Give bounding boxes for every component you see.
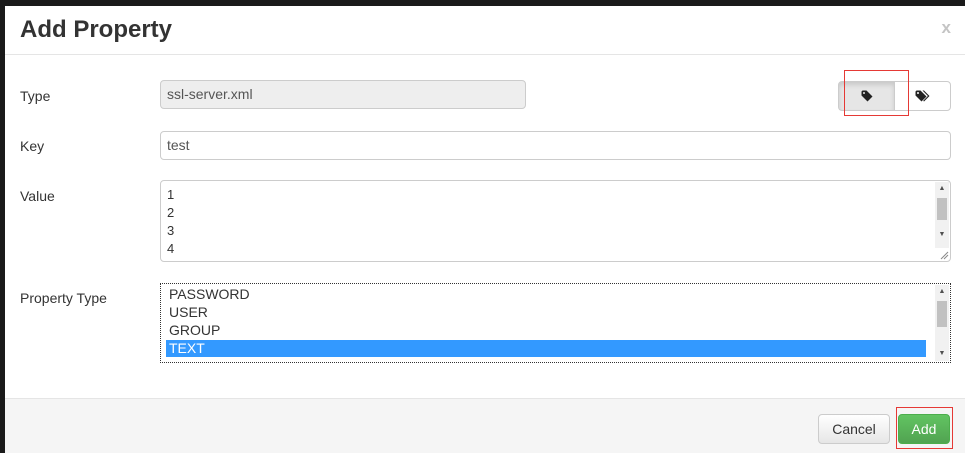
value-textarea[interactable]: 1 2 3 4 ▲ ▼ [160, 180, 951, 262]
page: Add Property x Type ssl-server.xml Key t… [0, 0, 965, 453]
property-type-label: Property Type [20, 290, 107, 306]
tag-button-group [838, 81, 951, 111]
dialog-header: Add Property x [5, 6, 965, 55]
value-line: 1 [167, 187, 175, 202]
single-tag-button[interactable] [838, 81, 895, 111]
type-field: ssl-server.xml [160, 80, 526, 109]
scroll-thumb[interactable] [937, 301, 947, 327]
option-user[interactable]: USER [166, 304, 926, 321]
value-text: 1 2 3 4 [167, 186, 174, 258]
option-group[interactable]: GROUP [166, 322, 926, 339]
scroll-down-arrow[interactable]: ▼ [935, 347, 949, 360]
scroll-up-arrow[interactable]: ▲ [935, 285, 949, 298]
key-input[interactable]: test [160, 131, 951, 160]
dialog-footer: Cancel Add [5, 398, 965, 453]
value-scrollbar[interactable]: ▲ ▼ [935, 182, 949, 248]
scroll-thumb[interactable] [937, 198, 947, 220]
add-button[interactable]: Add [898, 414, 950, 444]
dialog-title: Add Property [20, 16, 173, 43]
type-label: Type [20, 88, 51, 104]
tag-icon [861, 90, 872, 102]
scroll-down-arrow[interactable]: ▼ [935, 228, 949, 241]
property-type-scrollbar[interactable]: ▲ ▼ [935, 285, 949, 361]
key-label: Key [20, 138, 45, 154]
value-label: Value [20, 188, 55, 204]
option-password[interactable]: PASSWORD [166, 286, 926, 303]
value-line: 3 [167, 223, 175, 238]
add-property-dialog: Add Property x Type ssl-server.xml Key t… [5, 6, 965, 453]
scroll-up-arrow[interactable]: ▲ [935, 182, 949, 195]
close-button[interactable]: x [942, 18, 951, 38]
multi-tag-button[interactable] [894, 81, 951, 111]
value-line: 2 [167, 205, 175, 220]
resize-grip-icon[interactable] [939, 250, 949, 260]
property-type-listbox[interactable]: PASSWORD USER GROUP TEXT ▲ ▼ [160, 283, 951, 363]
cancel-button[interactable]: Cancel [818, 414, 890, 444]
tags-icon [915, 90, 930, 102]
option-text[interactable]: TEXT [166, 340, 926, 357]
value-line: 4 [167, 241, 175, 256]
